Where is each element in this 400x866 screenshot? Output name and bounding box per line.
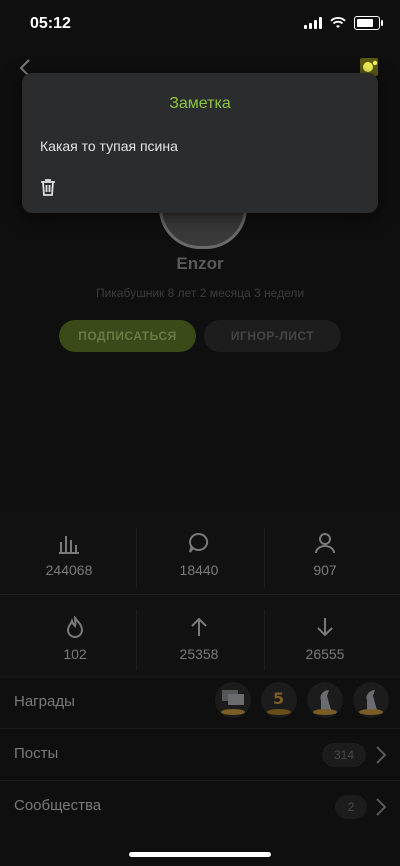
trash-icon[interactable] <box>38 177 58 197</box>
note-text[interactable]: Какая то тупая псина <box>40 138 178 154</box>
home-indicator[interactable] <box>129 852 271 857</box>
note-title: Заметка <box>169 95 231 112</box>
note-popup: Заметка Какая то тупая псина <box>22 73 378 213</box>
